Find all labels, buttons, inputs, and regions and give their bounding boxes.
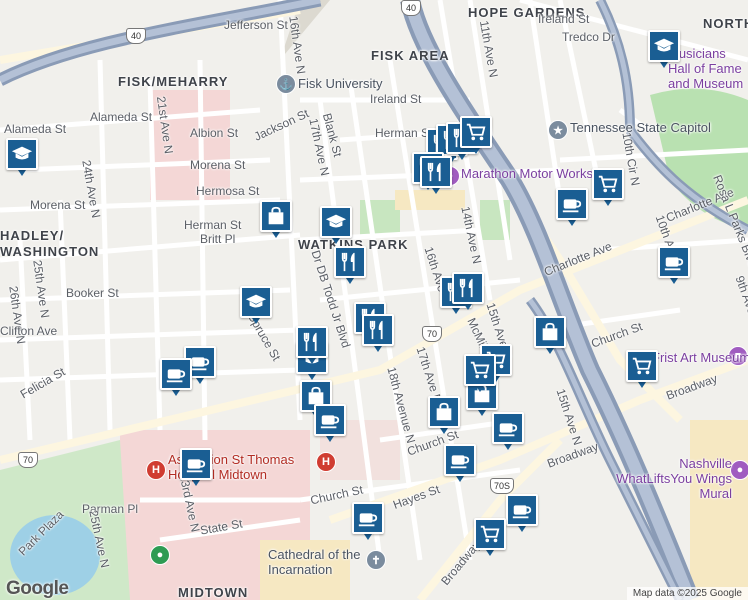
store-marker[interactable] xyxy=(260,200,292,240)
grocery-marker[interactable] xyxy=(464,354,496,394)
church-icon[interactable]: ✝ xyxy=(366,550,386,570)
university-icon[interactable]: ⚓ xyxy=(276,74,296,94)
coffee-cup-icon xyxy=(165,363,187,385)
cafe-marker[interactable] xyxy=(352,502,384,542)
shopping-bag-icon xyxy=(265,205,287,227)
shopping-bag-icon xyxy=(539,321,561,343)
restaurant-marker[interactable] xyxy=(452,272,484,312)
fork-knife-icon xyxy=(457,277,479,299)
shopping-cart-icon xyxy=(479,523,501,545)
highway-shield: 40 xyxy=(126,28,146,44)
graduation-cap-icon xyxy=(325,211,347,233)
school-marker[interactable] xyxy=(648,30,680,70)
cafe-marker[interactable] xyxy=(492,412,524,452)
shopping-cart-icon xyxy=(469,359,491,381)
school-marker[interactable] xyxy=(6,138,38,178)
grocery-marker[interactable] xyxy=(626,350,658,390)
cafe-marker[interactable] xyxy=(658,246,690,286)
coffee-cup-icon xyxy=(511,499,533,521)
graduation-cap-icon xyxy=(653,35,675,57)
coffee-cup-icon xyxy=(663,251,685,273)
graduation-cap-icon xyxy=(245,291,267,313)
cafe-marker[interactable] xyxy=(444,444,476,484)
shopping-cart-icon xyxy=(631,355,653,377)
cafe-marker[interactable] xyxy=(506,494,538,534)
restaurant-marker[interactable] xyxy=(362,314,394,354)
shopping-cart-icon xyxy=(597,173,619,195)
coffee-cup-icon xyxy=(189,351,211,373)
highway-shield: 40 xyxy=(401,0,421,16)
mural-icon[interactable]: ● xyxy=(730,460,748,480)
coffee-cup-icon xyxy=(185,453,207,475)
park-icon[interactable]: ● xyxy=(150,545,170,565)
highway-shield: 70 xyxy=(422,326,442,342)
cafe-marker[interactable] xyxy=(314,404,346,444)
highway-shield: 70S xyxy=(490,478,514,494)
fork-knife-icon xyxy=(339,251,361,273)
fork-knife-icon xyxy=(425,161,447,183)
map-canvas[interactable]: HOPE GARDENS NORTH FISK AREA FISK/MEHARR… xyxy=(0,0,748,600)
map-attribution: Map data ©2025 Google xyxy=(626,587,748,600)
store-marker[interactable] xyxy=(428,396,460,436)
google-logo: Google xyxy=(6,578,69,599)
grocery-marker[interactable] xyxy=(460,116,492,156)
school-marker[interactable] xyxy=(320,206,352,246)
hospital-icon[interactable]: H xyxy=(146,460,166,480)
shopping-bag-icon xyxy=(433,401,455,423)
graduation-cap-icon xyxy=(11,143,33,165)
store-marker[interactable] xyxy=(534,316,566,356)
grocery-marker[interactable] xyxy=(592,168,624,208)
fork-knife-icon xyxy=(367,319,389,341)
cafe-marker[interactable] xyxy=(180,448,212,488)
coffee-cup-icon xyxy=(561,193,583,215)
grocery-marker[interactable] xyxy=(474,518,506,558)
landmark-icon[interactable]: ★ xyxy=(548,120,568,140)
fork-knife-icon xyxy=(301,331,323,353)
coffee-cup-icon xyxy=(357,507,379,529)
highway-shield: 70 xyxy=(18,452,38,468)
cafe-marker[interactable] xyxy=(556,188,588,228)
restaurant-marker[interactable] xyxy=(420,156,452,196)
museum-icon[interactable]: ■ xyxy=(728,346,748,366)
restaurant-marker[interactable] xyxy=(296,326,328,366)
restaurant-marker[interactable] xyxy=(334,246,366,286)
hospital-icon[interactable]: H xyxy=(316,452,336,472)
coffee-cup-icon xyxy=(449,449,471,471)
cafe-marker[interactable] xyxy=(160,358,192,398)
coffee-cup-icon xyxy=(497,417,519,439)
school-marker[interactable] xyxy=(240,286,272,326)
coffee-cup-icon xyxy=(319,409,341,431)
shopping-cart-icon xyxy=(465,121,487,143)
